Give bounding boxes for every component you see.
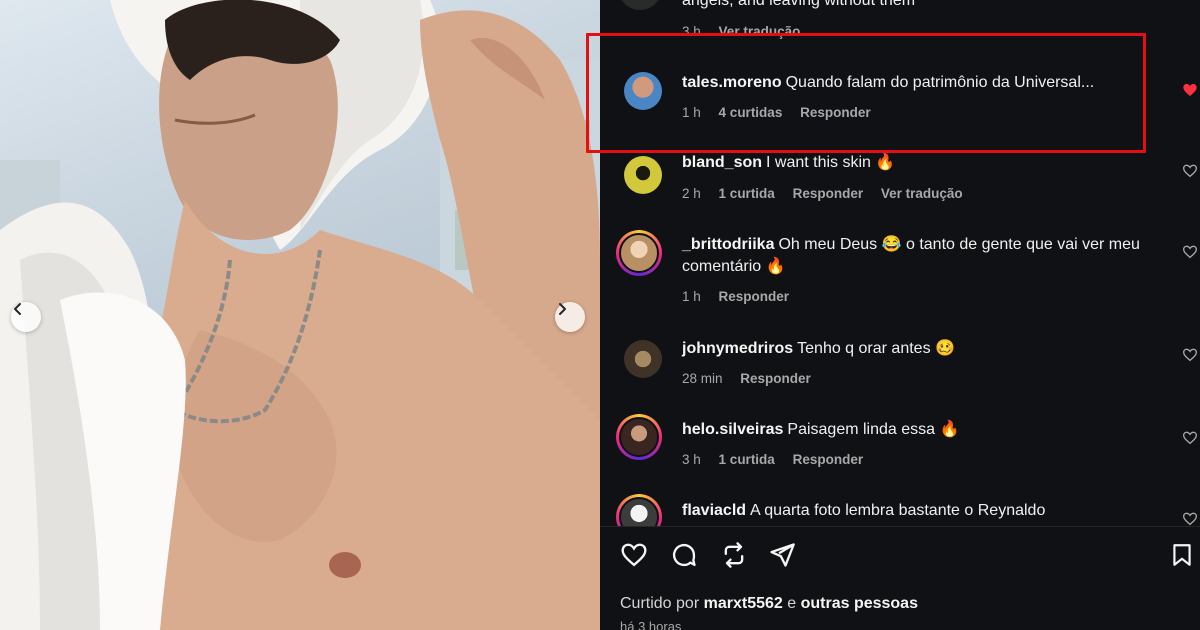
- heart-icon[interactable]: [1182, 163, 1198, 179]
- comment-time: 1 h: [682, 289, 701, 304]
- comment-time: 2 h: [682, 186, 701, 201]
- share-button[interactable]: [766, 541, 798, 573]
- comment-username[interactable]: flaviacld: [682, 502, 746, 519]
- comment-meta: 1 h 4 curtidas Responder: [682, 105, 885, 120]
- comment-text: angels, and leaving without them: [682, 0, 916, 9]
- comment-text: I want this skin 🔥: [766, 154, 896, 171]
- avatar[interactable]: [616, 494, 662, 526]
- heart-icon[interactable]: [1182, 430, 1198, 446]
- comment-time: 1 h: [682, 105, 701, 120]
- comment-username[interactable]: helo.silveiras: [682, 421, 783, 438]
- comments-list[interactable]: angels, and leaving without them 3 h Ver…: [600, 0, 1200, 526]
- comment-item: _brittodriika Oh meu Deus 😂 o tanto de ge…: [616, 230, 1200, 322]
- comment-username[interactable]: tales.moreno: [682, 74, 782, 91]
- heart-icon-filled[interactable]: [1182, 82, 1198, 98]
- comment-meta: 28 min Responder: [682, 371, 825, 386]
- avatar[interactable]: [618, 0, 662, 10]
- post-image: [0, 0, 600, 630]
- heart-icon: [620, 541, 648, 574]
- comment-text: Tenho q orar antes 🥴: [797, 340, 955, 357]
- comment-time: 28 min: [682, 371, 723, 386]
- comment-username[interactable]: bland_son: [682, 154, 762, 171]
- partial-comment: angels, and leaving without them 3 h Ver…: [600, 0, 1200, 50]
- reply-button[interactable]: Responder: [793, 186, 864, 201]
- liked-by-connector: e: [787, 595, 797, 612]
- comment-item: bland_son I want this skin 🔥 2 h 1 curtid…: [616, 152, 1200, 232]
- comment-username[interactable]: johnymedriros: [682, 340, 793, 357]
- comment-icon: [670, 541, 698, 574]
- post-photo: [0, 0, 600, 630]
- post-actions: Curtido por marxt5562 e outras pessoas h…: [600, 527, 1200, 630]
- comments-panel: angels, and leaving without them 3 h Ver…: [600, 0, 1200, 630]
- reply-button[interactable]: Responder: [740, 371, 811, 386]
- comment-username[interactable]: _brittodriika: [682, 236, 774, 253]
- like-button[interactable]: [618, 541, 650, 573]
- translate-link[interactable]: Ver tradução: [881, 186, 963, 201]
- repost-button[interactable]: [718, 541, 750, 573]
- carousel-prev-button[interactable]: [11, 302, 41, 332]
- liked-by-prefix: Curtido por: [620, 595, 700, 612]
- comment-likes[interactable]: 4 curtidas: [719, 105, 783, 120]
- heart-icon[interactable]: [1182, 511, 1198, 526]
- comment-item: tales.moreno Quando falam do patrimônio d…: [616, 70, 1200, 150]
- comment-meta: 2 h 1 curtida Responder Ver tradução: [682, 186, 977, 201]
- comment-text: A quarta foto lembra bastante o Reynaldo: [750, 502, 1046, 519]
- translate-link[interactable]: Ver tradução: [719, 24, 801, 39]
- comment-likes[interactable]: 1 curtida: [719, 186, 775, 201]
- avatar[interactable]: [620, 152, 666, 198]
- reply-button[interactable]: Responder: [719, 289, 790, 304]
- comment-item: helo.silveiras Paisagem linda essa 🔥 3 h …: [616, 414, 1200, 494]
- comment-time: 3 h: [682, 452, 701, 467]
- comment-meta: 3 h 1 curtida Responder: [682, 452, 877, 467]
- comment-meta: 1 h Responder: [682, 289, 803, 304]
- avatar[interactable]: [616, 414, 662, 460]
- reply-button[interactable]: Responder: [800, 105, 871, 120]
- save-button[interactable]: [1166, 541, 1198, 573]
- liked-by: Curtido por marxt5562 e outras pessoas: [620, 595, 918, 613]
- heart-icon[interactable]: [1182, 244, 1198, 260]
- comment-item: flaviacld A quarta foto lembra bastante o…: [616, 494, 1200, 526]
- liked-by-others[interactable]: outras pessoas: [801, 595, 918, 612]
- comment-time: 3 h: [682, 24, 701, 39]
- comment-item: johnymedriros Tenho q orar antes 🥴 28 min…: [616, 336, 1200, 416]
- repost-icon: [720, 541, 748, 574]
- post-timestamp[interactable]: há 3 horas: [620, 619, 681, 630]
- send-icon: [768, 541, 796, 574]
- comment-text: Paisagem linda essa 🔥: [787, 421, 960, 438]
- heart-icon[interactable]: [1182, 347, 1198, 363]
- comment-likes[interactable]: 1 curtida: [719, 452, 775, 467]
- comment-meta: 3 h Ver tradução: [682, 24, 814, 39]
- avatar[interactable]: [616, 230, 662, 276]
- avatar[interactable]: [620, 336, 666, 382]
- carousel-next-button[interactable]: [555, 302, 585, 332]
- comment-button[interactable]: [668, 541, 700, 573]
- comment-text: Quando falam do patrimônio da Universal.…: [785, 74, 1095, 91]
- bookmark-icon: [1169, 541, 1195, 574]
- avatar[interactable]: [620, 68, 666, 114]
- liked-by-user[interactable]: marxt5562: [704, 595, 783, 612]
- reply-button[interactable]: Responder: [793, 452, 864, 467]
